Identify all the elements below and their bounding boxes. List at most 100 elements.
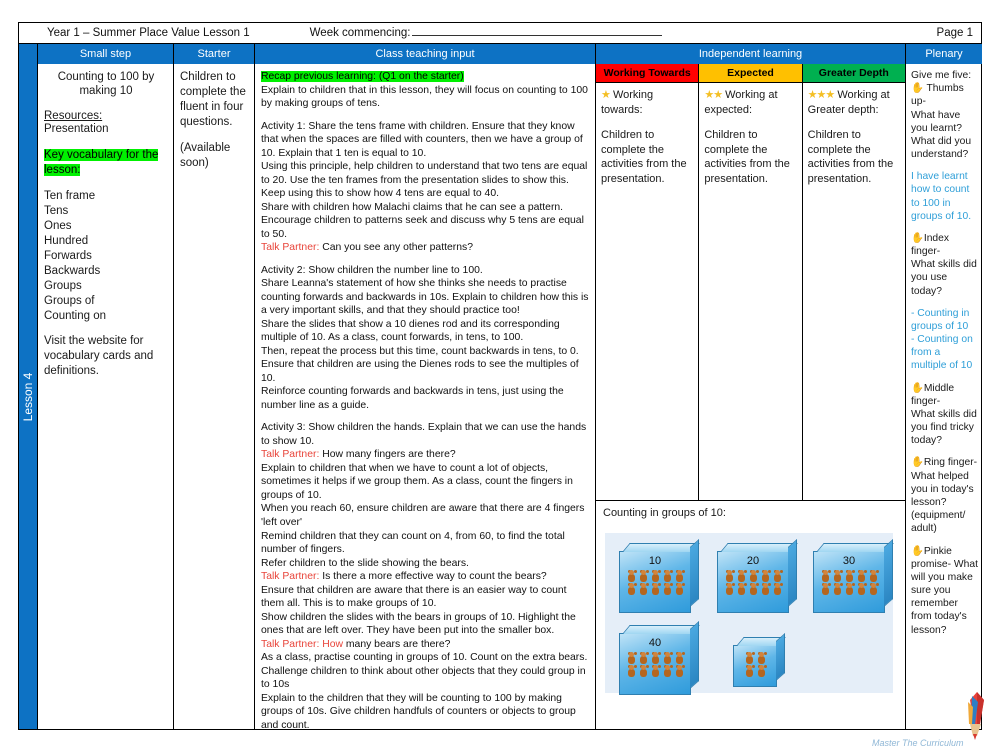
bear-counter-icon <box>744 652 755 664</box>
vocab-item: Ten frame <box>44 190 96 203</box>
vocab-item: Counting on <box>44 309 107 322</box>
bear-box-side <box>690 620 699 690</box>
vocab-item: Forwards <box>44 249 92 262</box>
bear-counter-icon <box>650 570 661 582</box>
bear-counter-icon <box>756 652 767 664</box>
index-finger-question: What skills did you use today? <box>911 259 977 297</box>
bear-counter-icon <box>724 583 735 595</box>
talk-partner-prompt: Talk Partner: How many bears are there? <box>261 638 451 650</box>
bear-counter-icon <box>674 665 685 677</box>
bear-counter-icon <box>638 665 649 677</box>
thumbs-up-prompt: ✋ Thumbs up- <box>911 83 964 108</box>
week-commencing-field[interactable]: Week commencing: <box>310 27 663 39</box>
figure-caption: Counting in groups of 10: <box>603 507 726 519</box>
middle-finger-question: What skills did you find tricky today? <box>911 408 977 447</box>
activity3-line: Show children the slides with the bears … <box>261 611 576 637</box>
band-content-working-towards: ★ Working towards: Children to complete … <box>596 83 698 190</box>
starter-availability: (Available soon) <box>180 141 231 169</box>
bear-counter-icon <box>674 570 685 582</box>
bear-counter-icon <box>772 570 783 582</box>
key-vocabulary-list: Ten frame Tens Ones Hundred Forwards Bac… <box>44 189 168 323</box>
recap-heading: Recap previous learning: (Q1 on the star… <box>261 71 464 82</box>
activity3-line: Challenge children to think about other … <box>261 665 586 691</box>
bear-counter-icon <box>674 652 685 664</box>
bear-box-count-label: 20 <box>746 555 760 567</box>
independent-learning-cell: Working Towards ★ Working towards: Child… <box>596 64 906 729</box>
class-teaching-input-cell: Recap previous learning: (Q1 on the star… <box>255 64 596 729</box>
hand-icon: ✋ <box>911 83 924 95</box>
bear-counter-icon <box>626 583 637 595</box>
bear-group <box>740 652 770 677</box>
bear-box-side <box>690 538 699 608</box>
website-note: Visit the website for vocabulary cards a… <box>44 335 154 378</box>
bear-counter-icon <box>736 570 747 582</box>
index-finger-answer-2: - Counting on from a multiple of 10 <box>911 334 973 372</box>
bear-counter-icon <box>674 583 685 595</box>
resources-label: Resources: <box>44 109 103 122</box>
bear-box: 20 <box>717 538 798 613</box>
plenary-intro: Give me five: <box>911 70 972 81</box>
bear-counter-icon <box>638 652 649 664</box>
activity1-line: Using this principle, help children to u… <box>261 161 588 200</box>
activity3-line: Remind children that they can count on 4… <box>261 530 565 556</box>
activity3-line: As a class, practise counting in groups … <box>261 652 588 664</box>
band-content-expected: ★★ Working at expected: Children to comp… <box>699 83 801 190</box>
band-content-greater-depth: ★★★ Working at Greater depth: Children t… <box>803 83 905 190</box>
column-header-plenary: Plenary <box>906 44 982 64</box>
document-header: Year 1 – Summer Place Value Lesson 1 Wee… <box>18 22 982 44</box>
bear-counter-icon <box>638 583 649 595</box>
activity2-line: Then, repeat the process but this time, … <box>261 345 579 357</box>
vocab-item: Backwards <box>44 264 101 277</box>
vocab-item: Hundred <box>44 234 89 247</box>
band-body: Children to complete the activities from… <box>807 129 894 185</box>
bear-counter-icon <box>662 652 673 664</box>
resources-value: Presentation <box>44 122 109 135</box>
key-vocabulary-heading: Key vocabulary for the lesson: <box>44 148 159 176</box>
bear-box <box>733 632 786 687</box>
week-commencing-blank[interactable] <box>412 27 663 36</box>
bear-counter-icon <box>744 665 755 677</box>
activity3-line: Explain to the children that they will b… <box>261 692 576 729</box>
activity2-line: Share the slides that show a 10 dienes r… <box>261 318 560 344</box>
bear-box: 30 <box>813 538 894 613</box>
activity3-line: When you reach 60, ensure children are a… <box>261 503 585 528</box>
bear-counter-icon <box>662 665 673 677</box>
bear-counter-icon <box>760 570 771 582</box>
band-working-towards: Working Towards ★ Working towards: Child… <box>596 64 700 500</box>
header-spine-spacer <box>19 44 38 64</box>
bear-box-side <box>788 538 797 608</box>
bear-box-lid <box>622 543 700 552</box>
bear-group <box>624 652 686 677</box>
bear-counter-icon <box>650 652 661 664</box>
hand-icon: ✋ <box>911 232 924 244</box>
bear-box-side <box>776 632 785 682</box>
bear-counter-icon <box>856 570 867 582</box>
bear-counter-icon <box>626 665 637 677</box>
bear-counter-icon <box>650 665 661 677</box>
star-rating-icon: ★ <box>601 89 611 101</box>
band-label-expected: Expected <box>699 64 802 83</box>
page-number: Page 1 <box>936 27 973 39</box>
bear-group <box>818 570 880 595</box>
counting-figure-panel: Counting in groups of 10: 10 20 30 40 <box>596 500 905 729</box>
bear-counter-icon <box>868 583 879 595</box>
thumbs-up-question: What have you learnt? What did you under… <box>911 109 972 161</box>
bear-box: 10 <box>619 538 700 613</box>
bear-box-lid <box>622 625 700 634</box>
bear-counter-icon <box>748 570 759 582</box>
star-rating-icon: ★★ <box>704 89 723 101</box>
bears-grouping-illustration: 10 20 30 40 <box>605 533 894 695</box>
plenary-cell: Give me five: ✋ Thumbs up- What have you… <box>906 64 982 729</box>
activity2-line: Reinforce counting forwards and backward… <box>261 386 564 411</box>
brand-logo: Master The Curriculum <box>872 690 992 748</box>
lesson-number-label: Lesson 4 <box>21 372 35 421</box>
talk-partner-prompt: Talk Partner: How many fingers are there… <box>261 449 456 461</box>
attainment-bands: Working Towards ★ Working towards: Child… <box>596 64 905 500</box>
hand-icon: ✋ <box>911 457 924 469</box>
bear-counter-icon <box>736 583 747 595</box>
talk-partner-prompt: Talk Partner: Can you see any other patt… <box>261 242 473 254</box>
pinkie-question: promise- What will you make sure you rem… <box>911 558 978 636</box>
bear-counter-icon <box>820 570 831 582</box>
middle-finger-prompt: ✋Middle finger- <box>911 382 955 407</box>
hand-icon: ✋ <box>911 545 924 557</box>
